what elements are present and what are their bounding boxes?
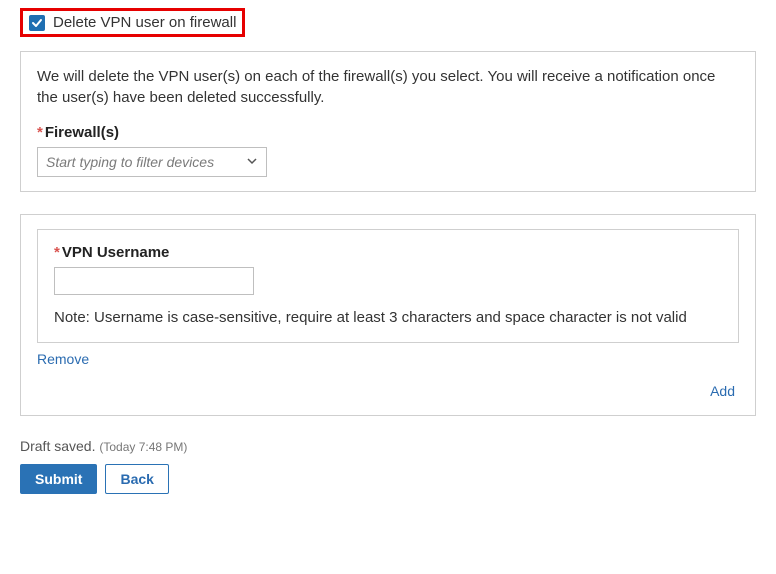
firewall-select-placeholder: Start typing to filter devices (46, 154, 246, 170)
remove-link[interactable]: Remove (37, 351, 89, 367)
vpn-username-note: Note: Username is case-sensitive, requir… (54, 307, 722, 328)
required-asterisk: * (54, 244, 60, 261)
delete-vpn-checkbox-row: Delete VPN user on firewall (20, 8, 245, 37)
delete-vpn-checkbox-label: Delete VPN user on firewall (53, 14, 236, 31)
username-inner-panel: *VPN Username Note: Username is case-sen… (37, 229, 739, 343)
submit-button[interactable]: Submit (20, 464, 97, 494)
firewall-select[interactable]: Start typing to filter devices (37, 147, 267, 177)
chevron-down-icon (246, 154, 258, 170)
firewall-panel: We will delete the VPN user(s) on each o… (20, 51, 756, 192)
back-button[interactable]: Back (105, 464, 168, 494)
vpn-username-label: *VPN Username (54, 244, 722, 261)
username-panel: *VPN Username Note: Username is case-sen… (20, 214, 756, 416)
delete-vpn-checkbox[interactable] (29, 15, 45, 31)
check-icon (31, 17, 43, 29)
required-asterisk: * (37, 124, 43, 141)
add-link[interactable]: Add (710, 383, 735, 399)
firewall-description: We will delete the VPN user(s) on each o… (37, 66, 739, 108)
firewall-label: *Firewall(s) (37, 124, 739, 141)
draft-timestamp: (Today 7:48 PM) (99, 440, 187, 454)
vpn-username-input[interactable] (54, 267, 254, 295)
draft-saved-text: Draft saved. (Today 7:48 PM) (20, 438, 756, 454)
